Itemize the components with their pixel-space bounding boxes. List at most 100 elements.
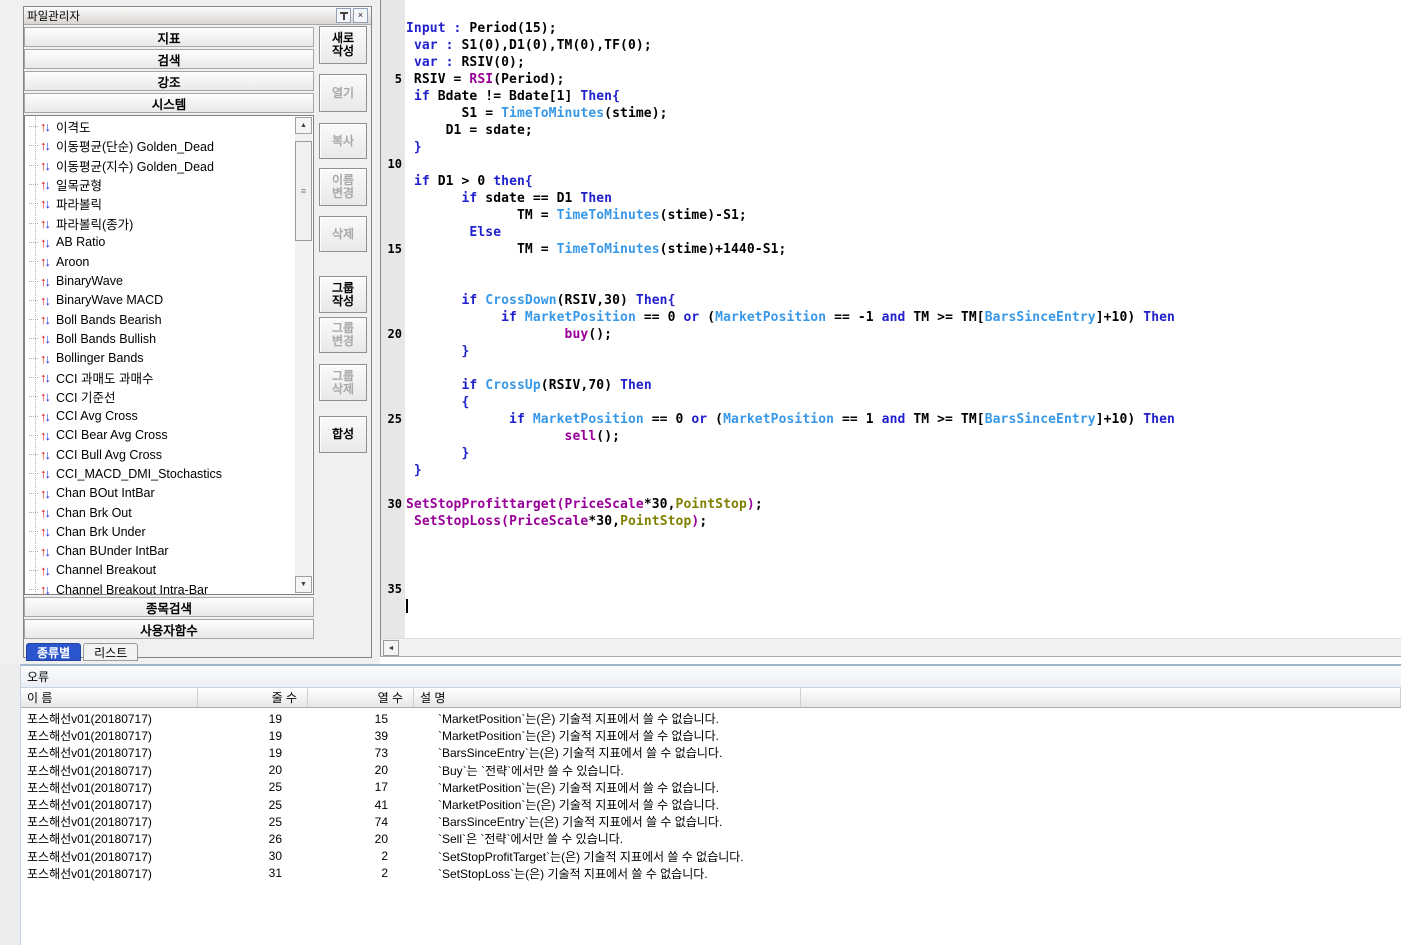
error-header-cell[interactable]: 열 수 — [308, 688, 414, 707]
code-token: var : — [414, 38, 462, 53]
code-token: } — [406, 140, 422, 155]
error-row[interactable]: 포스해선v01(20180717)1915`MarketPosition`는(은… — [21, 710, 1401, 727]
code-token: ( — [707, 412, 723, 427]
tree-item[interactable]: ↑↓Chan Brk Out — [25, 503, 296, 522]
tree-item[interactable]: ↑↓CCI Bull Avg Cross — [25, 445, 296, 464]
tree-item[interactable]: ↑↓Chan BUnder IntBar — [25, 542, 296, 561]
error-header-cell[interactable]: 설 명 — [414, 688, 801, 707]
code-token: (RSIV,30) — [557, 293, 636, 308]
tree-item[interactable]: ↑↓Chan Brk Under — [25, 522, 296, 541]
line-number: 5 — [381, 71, 405, 88]
tree-item[interactable]: ↑↓Boll Bands Bullish — [25, 329, 296, 348]
error-row[interactable]: 포스해선v01(20180717)2517`MarketPosition`는(은… — [21, 779, 1401, 796]
delete-button[interactable]: 삭제 — [319, 216, 367, 252]
category-button-4[interactable]: 시스템 — [24, 93, 314, 113]
error-row[interactable]: 포스해선v01(20180717)2574`BarsSinceEntry`는(은… — [21, 813, 1401, 830]
error-header-cell[interactable]: 줄 수 — [198, 688, 308, 707]
code-token: if — [462, 293, 486, 308]
error-cell-name: 포스해선v01(20180717) — [21, 813, 198, 830]
code-text-area[interactable]: Input : Period(15); var : S1(0),D1(0),TM… — [406, 3, 1401, 615]
rename-button[interactable]: 이름 변경 — [319, 168, 367, 206]
code-token: BarsSinceEntry — [985, 310, 1096, 325]
code-token: Then{ — [636, 293, 676, 308]
updown-arrows-icon: ↑↓ — [40, 331, 49, 346]
user-function-button[interactable]: 사용자함수 — [24, 619, 314, 639]
tree-item[interactable]: ↑↓Channel Breakout — [25, 561, 296, 580]
code-token: (); — [596, 429, 620, 444]
tree-item[interactable]: ↑↓Channel Breakout Intra-Bar — [25, 580, 296, 595]
tree-item[interactable]: ↑↓이동평균(단순) Golden_Dead — [25, 136, 296, 155]
scroll-down-arrow[interactable]: ▼ — [295, 576, 312, 593]
tree-item[interactable]: ↑↓파라볼릭(종가) — [25, 213, 296, 232]
editor-hscrollbar[interactable]: ◄ — [381, 638, 1401, 656]
scrollbar-thumb[interactable]: ≡ — [295, 141, 312, 241]
error-row[interactable]: 포스해선v01(20180717)1939`MarketPosition`는(은… — [21, 727, 1401, 744]
tree-item[interactable]: ↑↓이동평균(지수) Golden_Dead — [25, 156, 296, 175]
category-button-2[interactable]: 검색 — [24, 49, 314, 69]
group-change-button[interactable]: 그룹 변경 — [319, 317, 367, 353]
error-table-body: 포스해선v01(20180717)1915`MarketPosition`는(은… — [21, 710, 1401, 882]
tab-list[interactable]: 리스트 — [83, 643, 138, 661]
category-button-3[interactable]: 강조 — [24, 71, 314, 91]
tree-item[interactable]: ↑↓이격도 — [25, 117, 296, 136]
updown-arrows-icon: ↑↓ — [40, 138, 49, 153]
tree-item[interactable]: ↑↓BinaryWave MACD — [25, 291, 296, 310]
code-token: ( — [699, 310, 715, 325]
open-button[interactable]: 열기 — [319, 74, 367, 112]
tree-item[interactable]: ↑↓일목균형 — [25, 175, 296, 194]
line-number — [381, 3, 405, 20]
code-token — [406, 293, 462, 308]
code-token: RSIV(0); — [462, 55, 525, 70]
copy-button[interactable]: 복사 — [319, 123, 367, 159]
scroll-left-arrow[interactable]: ◄ — [383, 640, 399, 656]
updown-arrows-icon: ↑↓ — [40, 351, 49, 366]
tree-item[interactable]: ↑↓AB Ratio — [25, 233, 296, 252]
scroll-up-arrow[interactable]: ▲ — [295, 117, 312, 134]
tree-item[interactable]: ↑↓파라볼릭 — [25, 194, 296, 213]
code-token: PointStop — [620, 514, 691, 529]
code-token: PointStop — [676, 497, 747, 512]
compose-button[interactable]: 합성 — [319, 416, 367, 453]
action-button-column: 새로 작성열기복사이름 변경삭제그룹 작성그룹 변경그룹 삭제합성 — [319, 7, 369, 657]
code-token: Then — [620, 378, 652, 393]
group-delete-button[interactable]: 그룹 삭제 — [319, 364, 367, 401]
tree-item[interactable]: ↑↓Bollinger Bands — [25, 349, 296, 368]
code-token: ]+10) — [1096, 412, 1144, 427]
tree-scrollbar[interactable]: ▲ ≡ ▼ — [295, 117, 312, 593]
tree-item[interactable]: ↑↓CCI 과매도 과매수 — [25, 368, 296, 387]
updown-arrows-icon: ↑↓ — [40, 505, 49, 520]
line-number — [381, 428, 405, 445]
new-button[interactable]: 새로 작성 — [319, 26, 367, 64]
line-number — [381, 513, 405, 530]
tree-item[interactable]: ↑↓CCI_MACD_DMI_Stochastics — [25, 464, 296, 483]
error-header-cell[interactable]: 이 름 — [21, 688, 198, 707]
tab-by-type[interactable]: 종류별 — [26, 643, 81, 661]
group-create-button[interactable]: 그룹 작성 — [319, 276, 367, 313]
tree-item[interactable]: ↑↓CCI Bear Avg Cross — [25, 426, 296, 445]
tree-item[interactable]: ↑↓BinaryWave — [25, 271, 296, 290]
tree-item[interactable]: ↑↓Boll Bands Bearish — [25, 310, 296, 329]
code-editor[interactable]: 5101520253035 Input : Period(15); var : … — [380, 0, 1401, 657]
code-token: SetStopProfittarget( — [406, 497, 565, 512]
line-number: 25 — [381, 411, 405, 428]
error-row[interactable]: 포스해선v01(20180717)1973`BarsSinceEntry`는(은… — [21, 744, 1401, 761]
updown-arrows-icon: ↑↓ — [40, 428, 49, 443]
error-row[interactable]: 포스해선v01(20180717)2541`MarketPosition`는(은… — [21, 796, 1401, 813]
error-row[interactable]: 포스해선v01(20180717)312`SetStopLoss`는(은) 기술… — [21, 865, 1401, 882]
down-arrow-icon: ↓ — [45, 428, 50, 443]
error-cell-desc: `Sell`은 `전략`에서만 쓸 수 있습니다. — [414, 830, 801, 847]
tree-item[interactable]: ↑↓CCI 기준선 — [25, 387, 296, 406]
line-number: 30 — [381, 496, 405, 513]
code-line — [406, 156, 1401, 173]
error-row[interactable]: 포스해선v01(20180717)302`SetStopProfitTarget… — [21, 848, 1401, 865]
tree-item[interactable]: ↑↓CCI Avg Cross — [25, 406, 296, 425]
tree-item[interactable]: ↑↓Chan BOut IntBar — [25, 484, 296, 503]
stock-search-button[interactable]: 종목검색 — [24, 597, 314, 617]
line-number: 35 — [381, 581, 405, 598]
error-row[interactable]: 포스해선v01(20180717)2020`Buy`는 `전략`에서만 쓸 수 … — [21, 762, 1401, 779]
tree-item[interactable]: ↑↓Aroon — [25, 252, 296, 271]
error-row[interactable]: 포스해선v01(20180717)2620`Sell`은 `전략`에서만 쓸 수… — [21, 830, 1401, 847]
code-token: TM >= TM[ — [905, 310, 984, 325]
category-button-1[interactable]: 지표 — [24, 27, 314, 47]
down-arrow-icon: ↓ — [45, 216, 50, 231]
